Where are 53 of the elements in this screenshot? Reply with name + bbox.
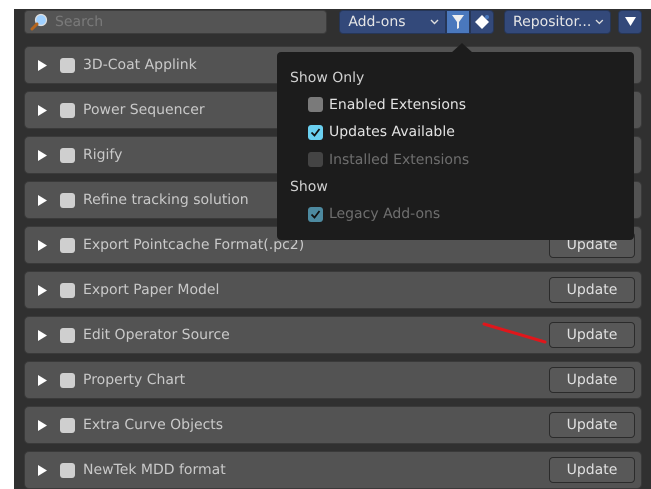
collapsed-triangle-icon[interactable] <box>37 420 47 430</box>
update-button[interactable]: Update <box>549 322 635 348</box>
filter-button[interactable] <box>446 10 470 34</box>
type-dropdown[interactable]: Add-ons <box>339 10 446 34</box>
checkbox[interactable] <box>60 462 75 478</box>
addon-name: Rigify <box>83 147 122 163</box>
checkbox[interactable] <box>60 418 75 432</box>
annotation-stroke <box>482 322 548 344</box>
addon-name: Extra Curve Objects <box>83 417 224 433</box>
checkbox[interactable] <box>60 102 75 118</box>
collapsed-triangle-icon[interactable] <box>37 374 47 386</box>
collapsed-triangle-icon[interactable] <box>37 240 47 250</box>
checkbox[interactable] <box>60 58 75 72</box>
filter-icon <box>451 14 466 30</box>
checkbox[interactable] <box>60 192 75 208</box>
update-button[interactable]: Update <box>549 457 635 483</box>
collapsed-triangle-icon[interactable] <box>37 464 47 476</box>
chevron-icon <box>595 18 604 24</box>
addon-name: Property Chart <box>83 372 186 388</box>
search-icon <box>30 12 48 30</box>
down-triangle-icon <box>624 17 636 26</box>
section-heading: Show <box>290 178 328 197</box>
update-button[interactable]: Update <box>549 367 635 393</box>
collapsed-triangle-icon[interactable] <box>37 194 47 206</box>
addon-name: NewTek MDD format <box>83 462 226 478</box>
menu-button[interactable] <box>618 10 642 34</box>
collapsed-triangle-icon[interactable] <box>37 60 47 70</box>
filter-option[interactable]: Updates Available <box>308 118 455 146</box>
checkbox[interactable] <box>60 148 75 162</box>
diamond-icon <box>474 14 490 30</box>
addon-name: Export Pointcache Format(.pc2) <box>83 237 304 253</box>
addon-name: Export Paper Model <box>83 282 220 298</box>
extensions-button[interactable] <box>470 10 494 34</box>
collapsed-triangle-icon[interactable] <box>37 330 47 340</box>
filter-option[interactable]: Enabled Extensions <box>308 91 466 119</box>
checkbox[interactable] <box>60 238 75 252</box>
chevron-icon <box>430 18 440 24</box>
update-button[interactable]: Update <box>549 412 635 438</box>
checkbox[interactable] <box>60 282 75 298</box>
section-heading: Show Only <box>290 68 364 88</box>
update-button[interactable]: Update <box>549 277 635 303</box>
collapsed-triangle-icon[interactable] <box>37 284 47 296</box>
checkbox[interactable] <box>60 372 75 388</box>
addon-name: Power Sequencer <box>83 102 205 118</box>
checkbox[interactable] <box>60 328 75 342</box>
collapsed-triangle-icon[interactable] <box>37 104 47 116</box>
checkbox[interactable] <box>308 124 323 140</box>
repository-dropdown[interactable]: Repositor... <box>504 10 612 34</box>
collapsed-triangle-icon[interactable] <box>37 150 47 160</box>
addon-name: Refine tracking solution <box>83 192 249 208</box>
addon-name: Edit Operator Source <box>83 327 230 343</box>
checkbox[interactable] <box>308 97 323 112</box>
addon-name: 3D-Coat Applink <box>83 57 197 73</box>
